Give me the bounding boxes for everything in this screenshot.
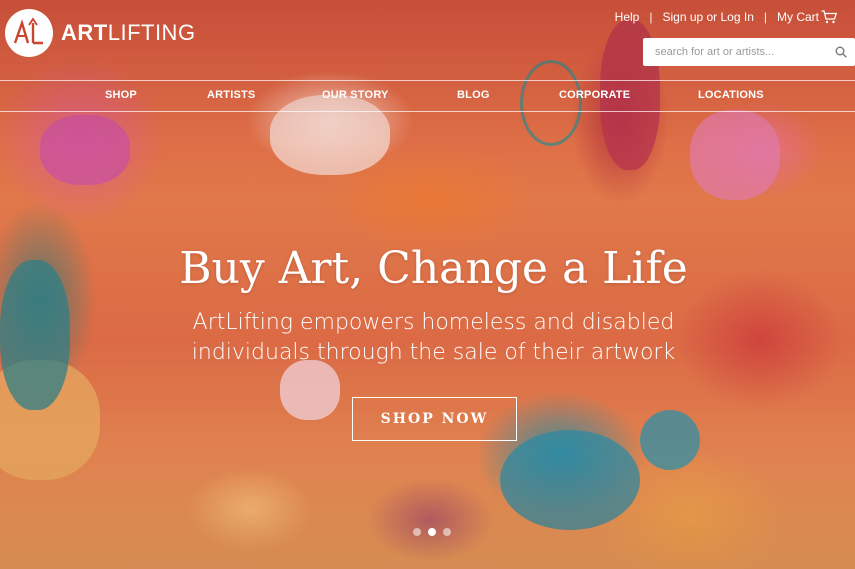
logo-mark: [5, 9, 53, 57]
brand-name-bold: ART: [61, 20, 108, 45]
carousel-indicators: [413, 528, 451, 536]
logo-al-icon: [13, 17, 43, 45]
utility-links: Help | Sign up or Log In | My Cart: [615, 10, 837, 24]
nav-item-blog[interactable]: BLOG: [457, 89, 490, 101]
my-cart-link[interactable]: My Cart: [777, 10, 819, 24]
brand-name: ARTLIFTING: [61, 20, 196, 46]
carousel-dot-1[interactable]: [413, 528, 421, 536]
nav-item-artists[interactable]: ARTISTS: [207, 89, 255, 101]
carousel-dot-3[interactable]: [443, 528, 451, 536]
site-logo[interactable]: ARTLIFTING: [5, 9, 196, 57]
hero-subline: ArtLifting empowers homeless and disable…: [0, 308, 855, 368]
nav-item-our-story[interactable]: OUR STORY: [322, 89, 389, 101]
cart-icon[interactable]: [821, 10, 837, 24]
paint-stroke: [40, 115, 130, 185]
nav-item-corporate[interactable]: CORPORATE: [559, 89, 630, 101]
shop-now-button[interactable]: SHOP NOW: [352, 397, 517, 441]
carousel-dot-2[interactable]: [428, 528, 436, 536]
hero-subline-line-2: individuals through the sale of their ar…: [191, 340, 676, 365]
paint-stroke: [500, 430, 640, 530]
signup-login-link[interactable]: Sign up or Log In: [662, 10, 753, 24]
divider: |: [649, 10, 653, 24]
paint-stroke: [280, 360, 340, 420]
search-icon[interactable]: [835, 46, 847, 58]
hero-subline-line-1: ArtLifting empowers homeless and disable…: [192, 310, 675, 335]
search-input[interactable]: [653, 45, 835, 59]
paint-stroke: [690, 110, 780, 200]
hero-headline: Buy Art, Change a Life: [179, 243, 688, 294]
search-box: [643, 38, 855, 66]
nav-item-locations[interactable]: LOCATIONS: [698, 89, 764, 101]
nav-divider-bottom: [0, 111, 855, 112]
divider: |: [763, 10, 767, 24]
brand-name-rest: LIFTING: [107, 20, 196, 45]
nav-item-shop[interactable]: SHOP: [105, 89, 137, 101]
paint-stroke: [640, 410, 700, 470]
help-link[interactable]: Help: [615, 10, 640, 24]
paint-stroke: [0, 360, 100, 480]
main-nav: SHOP ARTISTS OUR STORY BLOG CORPORATE LO…: [0, 81, 855, 111]
